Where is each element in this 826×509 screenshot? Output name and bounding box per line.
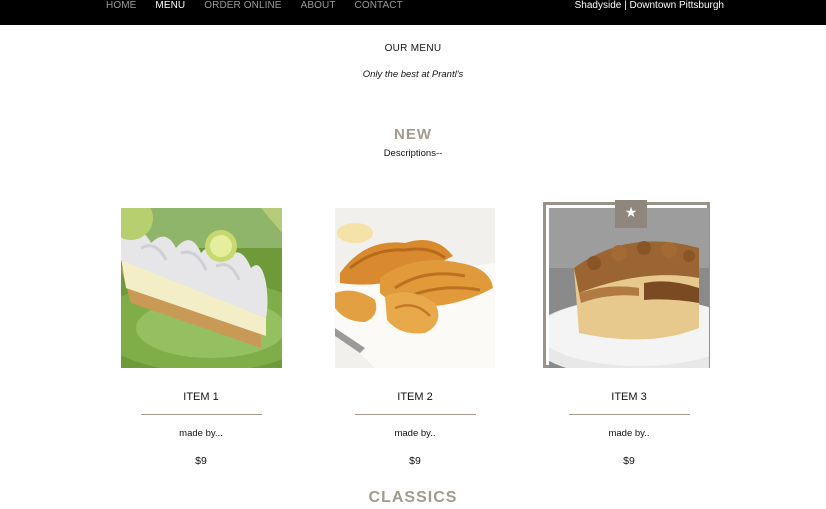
nav-about-link[interactable]: ABOUT — [301, 0, 336, 11]
item-2-price: $9 — [409, 455, 421, 467]
nav-home-link[interactable]: HOME — [106, 0, 136, 11]
classics-section-title: CLASSICS — [368, 489, 458, 506]
top-nav-bar: HOME MENU ORDER ONLINE ABOUT CONTACT Sha… — [0, 0, 826, 25]
nav-menu-link[interactable]: MENU — [155, 0, 185, 11]
item-1-price: $9 — [195, 455, 207, 467]
featured-badge: ★ — [615, 200, 647, 228]
item-3-image[interactable] — [549, 208, 709, 368]
item-3-divider — [569, 414, 690, 415]
page-title: OUR MENU — [384, 43, 442, 54]
coffee-cake-image — [549, 208, 709, 368]
item-1-image[interactable] — [121, 208, 282, 368]
item-2-made-by: made by.. — [394, 428, 436, 439]
new-section-title: NEW — [394, 126, 432, 143]
item-3-name[interactable]: ITEM 3 — [539, 391, 719, 403]
item-1-name[interactable]: ITEM 1 — [111, 391, 291, 403]
item-3-price: $9 — [623, 455, 635, 467]
key-lime-pie-image — [121, 208, 282, 368]
croissants-image — [335, 208, 495, 368]
location-text: Shadyside | Downtown Pittsburgh — [574, 0, 724, 11]
item-2-name[interactable]: ITEM 2 — [325, 391, 505, 403]
new-section-description: Descriptions-- — [383, 148, 443, 159]
tagline: Only the best at Prantl's — [362, 69, 464, 80]
nav-order-online-link[interactable]: ORDER ONLINE — [204, 0, 281, 11]
star-icon: ★ — [624, 204, 638, 220]
nav-contact-link[interactable]: CONTACT — [355, 0, 403, 11]
main-nav: HOME MENU ORDER ONLINE ABOUT CONTACT — [106, 0, 422, 11]
item-1-divider — [141, 414, 262, 415]
item-1-made-by: made by... — [179, 428, 223, 439]
item-2-divider — [355, 414, 476, 415]
item-3-made-by: made by.. — [608, 428, 650, 439]
item-2-image[interactable] — [335, 208, 495, 368]
